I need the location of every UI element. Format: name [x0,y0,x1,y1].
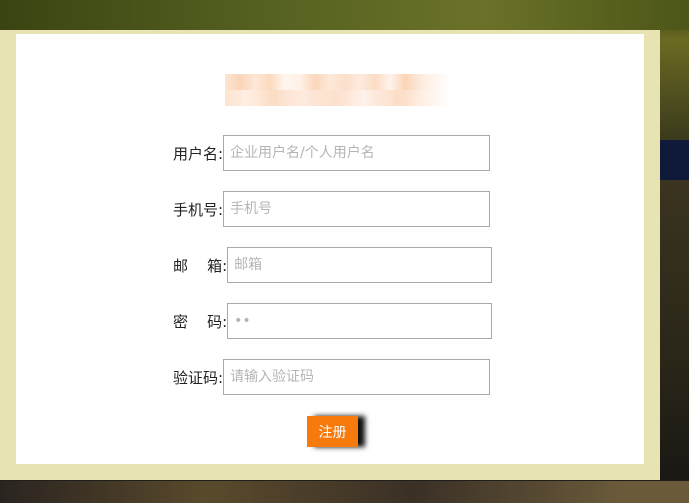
register-button[interactable]: 注册 [307,416,358,447]
backdrop-band-bottom [0,481,689,503]
username-label: 用户名: [173,144,224,163]
email-input[interactable] [227,247,493,283]
password-label: 密 码: [173,312,228,331]
username-row: 用户名: [173,135,491,171]
password-row: 密 码: [173,303,493,339]
captcha-input[interactable] [223,359,491,395]
password-input[interactable] [227,303,493,339]
phone-input[interactable] [223,191,491,227]
captcha-row: 验证码: [173,359,491,395]
email-row: 邮 箱: [173,247,493,283]
phone-label: 手机号: [173,200,224,219]
submit-wrap: 注册 [307,416,358,447]
backdrop-band-top [0,0,689,30]
register-dialog: 用户名: 手机号: 邮 箱: 密 码: 验证码: 注册 [16,34,644,464]
phone-row: 手机号: [173,191,491,227]
email-label: 邮 箱: [173,256,228,275]
captcha-label: 验证码: [173,368,224,387]
username-input[interactable] [223,135,491,171]
blurred-logo [225,74,451,106]
